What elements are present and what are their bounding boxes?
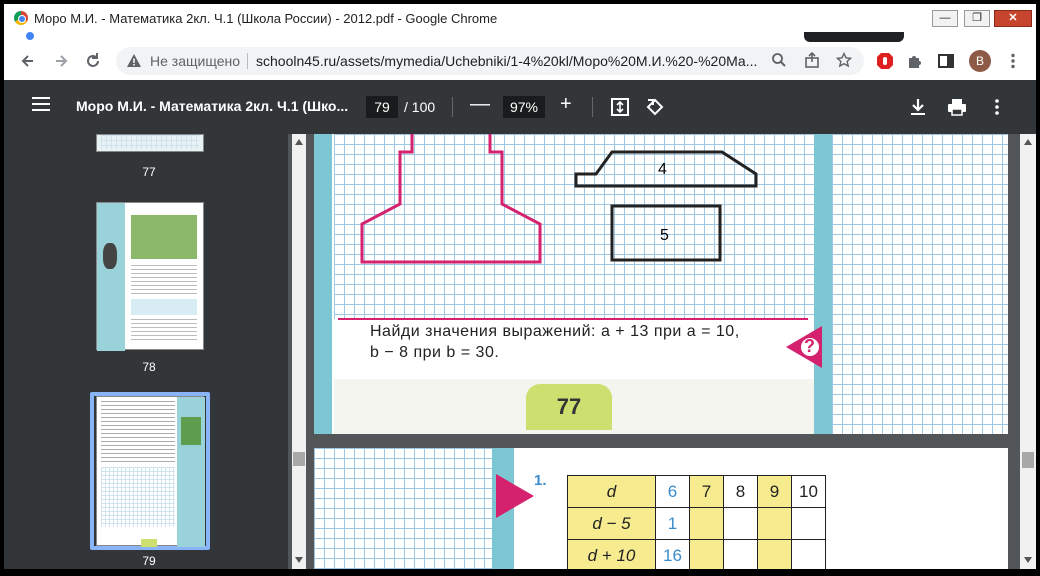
table-cell: 1: [655, 507, 690, 540]
download-icon[interactable]: [907, 96, 929, 118]
restore-button[interactable]: ❐: [964, 10, 990, 27]
thumbnail-label: 79: [142, 554, 156, 568]
exercise-number: 1.: [534, 472, 547, 489]
toolbar-divider: [452, 97, 453, 117]
thumbnail-label: 78: [142, 360, 156, 374]
thumbnail-page-78[interactable]: [96, 202, 204, 351]
main-scroll-thumb[interactable]: [1022, 452, 1034, 468]
url-text[interactable]: schooln45.ru/assets/mymedia/Uchebniki/1-…: [256, 53, 776, 69]
tab-favicon-icon[interactable]: [26, 32, 34, 40]
table-cell: 16: [655, 539, 690, 569]
warning-icon[interactable]: [126, 53, 142, 69]
shape-label-4: 4: [658, 161, 667, 178]
pdf-page-78: 1. d 6 7 8 9 10 d − 5 1 d + 10 16: [314, 448, 1008, 569]
sidebar-scrollbar[interactable]: [292, 134, 306, 569]
table-cell: [757, 539, 792, 569]
table-row-label: d + 10: [567, 539, 656, 569]
chrome-logo-icon: [14, 11, 28, 25]
thumbnail-page-79[interactable]: [96, 396, 205, 547]
adblock-extension-icon[interactable]: [876, 52, 894, 70]
back-icon[interactable]: [18, 50, 40, 72]
table-cell: [723, 507, 758, 540]
thumbnail-page-77[interactable]: [96, 134, 204, 152]
zoom-in-button[interactable]: +: [560, 93, 572, 116]
hamburger-menu-icon[interactable]: [32, 97, 50, 111]
task-text-line1: Найди значения выражений: a + 13 при a =…: [370, 323, 740, 340]
zoom-icon[interactable]: [771, 52, 787, 72]
close-button[interactable]: ✕: [994, 10, 1032, 27]
table-cell: [689, 507, 724, 540]
reload-icon[interactable]: [82, 50, 104, 72]
task-text-line2: b − 8 при b = 30.: [370, 344, 500, 361]
value-table: d 6 7 8 9 10 d − 5 1 d + 10 16: [567, 475, 826, 569]
grid-area: [832, 134, 1008, 434]
omnibox-divider: [247, 53, 248, 69]
share-icon[interactable]: [804, 51, 820, 72]
rotate-icon[interactable]: [644, 96, 666, 118]
more-options-icon[interactable]: [986, 96, 1008, 118]
address-bar[interactable]: Не защищено schooln45.ru/assets/mymedia/…: [116, 47, 864, 75]
pdf-page-77: 4 5 Найди значения выражений: a + 13 при…: [314, 134, 1008, 434]
question-mark: ?: [804, 336, 815, 356]
extensions-puzzle-icon[interactable]: [906, 52, 924, 70]
shape-drawings: [360, 134, 758, 264]
table-cell: [723, 539, 758, 569]
browser-window: Моро М.И. - Математика 2кл. Ч.1 (Школа Р…: [0, 0, 1040, 576]
table-header-label: d: [567, 475, 656, 508]
table-cell: [757, 507, 792, 540]
exercise-marker-icon: [496, 474, 534, 518]
table-cell: 9: [757, 475, 792, 508]
toolbar-divider: [592, 97, 593, 117]
active-tab[interactable]: [804, 32, 904, 42]
print-icon[interactable]: [946, 96, 968, 118]
table-cell: 6: [655, 475, 690, 508]
main-scrollbar[interactable]: [1020, 134, 1036, 569]
page-total: / 100: [404, 99, 436, 115]
minimize-button[interactable]: —: [932, 10, 958, 27]
forward-icon[interactable]: [50, 50, 72, 72]
fit-to-page-icon[interactable]: [609, 96, 631, 118]
table-cell: [791, 507, 826, 540]
zoom-level-input[interactable]: 97%: [503, 96, 545, 118]
pdf-toolbar: Моро М.И. - Математика 2кл. Ч.1 (Шко... …: [4, 80, 1036, 134]
browser-toolbar: Не защищено schooln45.ru/assets/mymedia/…: [4, 42, 1036, 80]
table-cell: 8: [723, 475, 758, 508]
title-bar: Моро М.И. - Математика 2кл. Ч.1 (Школа Р…: [4, 4, 1036, 32]
grid-area: [314, 448, 494, 569]
thumbnail-label: 77: [142, 165, 156, 179]
table-cell: [791, 539, 826, 569]
page-number-tab: 77: [526, 384, 612, 430]
profile-avatar[interactable]: В: [969, 50, 991, 72]
sidebar-scroll-thumb[interactable]: [293, 452, 305, 466]
chrome-menu-icon[interactable]: [1004, 52, 1022, 70]
shape-label-5: 5: [660, 227, 669, 244]
thumbnail-sidebar[interactable]: 77 78 79: [4, 134, 288, 569]
page-teal-border: [814, 134, 832, 434]
pdf-viewer[interactable]: 77 78 79 4 5 Найди значения выражений: a…: [4, 134, 1036, 569]
pdf-title: Моро М.И. - Математика 2кл. Ч.1 (Шко...: [76, 98, 349, 114]
table-cell: [689, 539, 724, 569]
side-panel-icon[interactable]: [937, 52, 955, 70]
bookmark-star-icon[interactable]: [835, 51, 853, 72]
table-cell: 7: [689, 475, 724, 508]
window-title: Моро М.И. - Математика 2кл. Ч.1 (Школа Р…: [34, 11, 498, 26]
table-row-label: d − 5: [567, 507, 656, 540]
table-cell: 10: [791, 475, 826, 508]
tab-strip: [4, 32, 1036, 42]
section-divider: [338, 318, 808, 320]
page-number-input[interactable]: 79: [366, 96, 398, 118]
zoom-out-button[interactable]: —: [470, 93, 490, 116]
security-label[interactable]: Не защищено: [150, 53, 240, 69]
